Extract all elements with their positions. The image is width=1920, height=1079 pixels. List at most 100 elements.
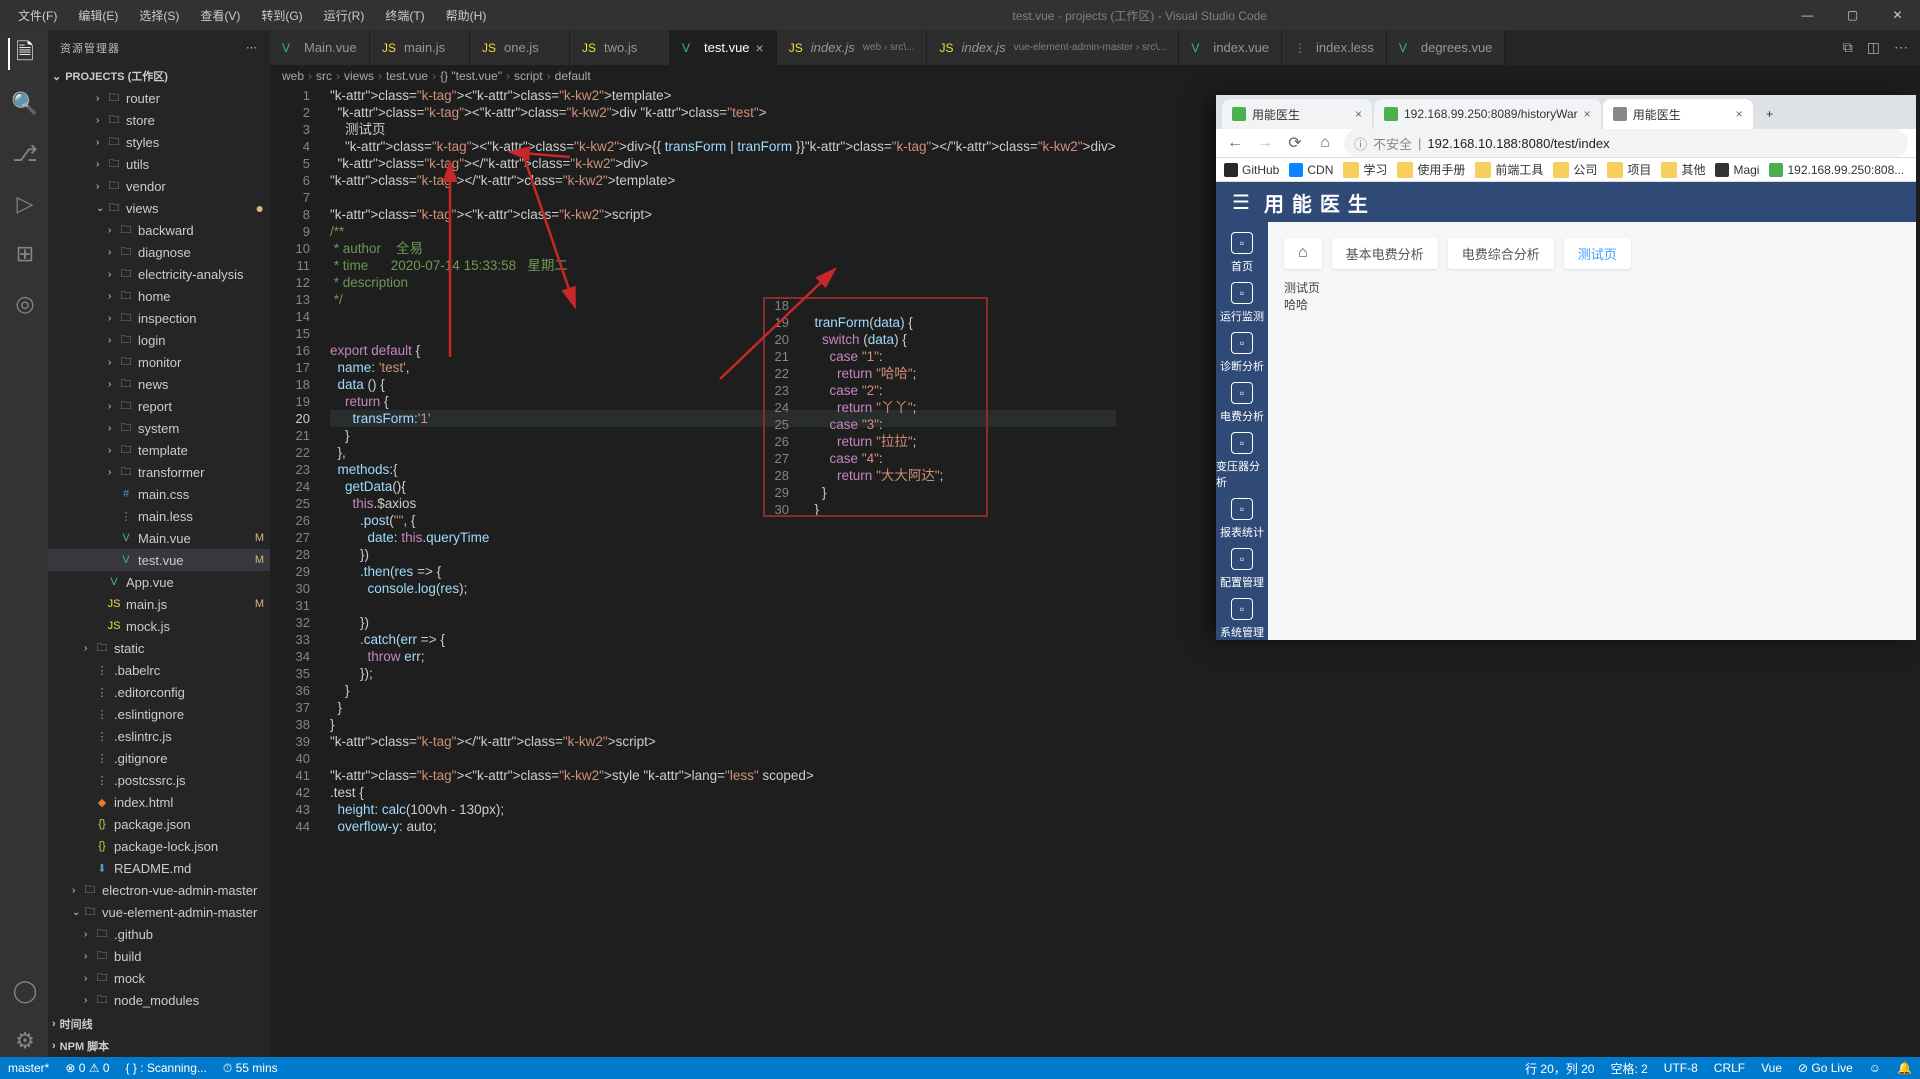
menu-terminal[interactable]: 终端(T) (377, 3, 432, 28)
tree-item-electron-vue-admin-master[interactable]: ›🗀electron-vue-admin-master (48, 879, 270, 901)
minimize-button[interactable]: — (1785, 0, 1830, 30)
tree-item-home[interactable]: ›🗀home (48, 285, 270, 307)
split-icon[interactable]: ◫ (1867, 39, 1880, 56)
tree-item-App.vue[interactable]: VApp.vue (48, 571, 270, 593)
tree-item-router[interactable]: ›🗀router (48, 87, 270, 109)
tree-item-monitor[interactable]: ›🗀monitor (48, 351, 270, 373)
side-item-5[interactable]: ▫报表统计 (1220, 498, 1264, 540)
bookmark-192.168.99.250:808...[interactable]: 192.168.99.250:808... (1769, 163, 1904, 177)
account-icon[interactable]: ◯ (8, 975, 40, 1007)
editor-tab-index.js[interactable]: JSindex.jsvue-element-admin-master › src… (927, 30, 1179, 65)
new-tab-button[interactable]: + (1755, 99, 1785, 129)
side-item-7[interactable]: ▫系统管理 (1220, 598, 1264, 640)
status-scanning[interactable]: { } : Scanning... (118, 1061, 215, 1075)
tree-item-utils[interactable]: ›🗀utils (48, 153, 270, 175)
editor-tab-index.js[interactable]: JSindex.jsweb › src\... (777, 30, 928, 65)
tree-item-template[interactable]: ›🗀template (48, 439, 270, 461)
tree-item-main.js[interactable]: JSmain.jsM (48, 593, 270, 615)
menu-selection[interactable]: 选择(S) (131, 3, 187, 28)
tree-item-diagnose[interactable]: ›🗀diagnose (48, 241, 270, 263)
more-actions-icon[interactable]: ⋯ (1894, 39, 1908, 56)
edge-icon[interactable]: ◎ (8, 288, 40, 320)
file-tree[interactable]: ›🗀router›🗀store›🗀styles›🗀utils›🗀vendor⌄🗀… (48, 87, 270, 1013)
app-tab-3[interactable]: 测试页 (1564, 238, 1631, 269)
editor-tab-one.js[interactable]: JSone.js (470, 30, 570, 65)
tree-item-system[interactable]: ›🗀system (48, 417, 270, 439)
extensions-icon[interactable]: ⊞ (8, 238, 40, 270)
tree-item-.eslintignore[interactable]: ⋮.eslintignore (48, 703, 270, 725)
tree-item-transformer[interactable]: ›🗀transformer (48, 461, 270, 483)
status-indent[interactable]: 空格: 2 (1602, 1060, 1655, 1077)
bookmark-Magi[interactable]: Magi (1715, 163, 1759, 177)
tree-item-.babelrc[interactable]: ⋮.babelrc (48, 659, 270, 681)
tree-item-electricity-analysis[interactable]: ›🗀electricity-analysis (48, 263, 270, 285)
menu-run[interactable]: 运行(R) (316, 3, 373, 28)
bookmark-项目[interactable]: 项目 (1607, 161, 1651, 178)
menu-goto[interactable]: 转到(G) (253, 3, 310, 28)
tree-item-README.md[interactable]: ⬇README.md (48, 857, 270, 879)
tree-item-main.css[interactable]: #main.css (48, 483, 270, 505)
tree-item-inspection[interactable]: ›🗀inspection (48, 307, 270, 329)
tree-item-.gitignore[interactable]: ⋮.gitignore (48, 747, 270, 769)
editor-tab-index.vue[interactable]: Vindex.vue (1179, 30, 1282, 65)
side-item-3[interactable]: ▫电费分析 (1220, 382, 1264, 424)
tree-item-views[interactable]: ⌄🗀views● (48, 197, 270, 219)
tree-item-store[interactable]: ›🗀store (48, 109, 270, 131)
tree-item-backward[interactable]: ›🗀backward (48, 219, 270, 241)
bookmark-使用手册[interactable]: 使用手册 (1397, 161, 1465, 178)
url-bar[interactable]: ⓘ 不安全 | 192.168.10.188:8080/test/index (1344, 129, 1908, 157)
editor-tab-degrees.vue[interactable]: Vdegrees.vue (1387, 30, 1506, 65)
source-control-icon[interactable]: ⎇ (8, 138, 40, 170)
status-language[interactable]: Vue (1753, 1061, 1790, 1075)
browser-tab[interactable]: 192.168.99.250:8089/historyWar× (1374, 99, 1601, 129)
status-bell[interactable]: 🔔 (1889, 1061, 1920, 1075)
bookmark-公司[interactable]: 公司 (1553, 161, 1597, 178)
side-item-1[interactable]: ▫运行监测 (1220, 282, 1264, 324)
tree-item-.eslintrc.js[interactable]: ⋮.eslintrc.js (48, 725, 270, 747)
side-item-4[interactable]: ▫变压器分析 (1216, 432, 1268, 490)
editor-tab-index.less[interactable]: ⋮index.less (1282, 30, 1387, 65)
editor-tab-two.js[interactable]: JStwo.js (570, 30, 670, 65)
close-button[interactable]: ✕ (1875, 0, 1920, 30)
compare-icon[interactable]: ⧉ (1843, 39, 1853, 56)
tree-item-vue-element-admin-master[interactable]: ⌄🗀vue-element-admin-master (48, 901, 270, 923)
status-feedback[interactable]: ☺ (1861, 1061, 1889, 1075)
menu-edit[interactable]: 编辑(E) (70, 3, 126, 28)
explorer-icon[interactable]: 🗎 (8, 38, 40, 70)
settings-icon[interactable]: ⚙ (8, 1025, 40, 1057)
tree-item-static[interactable]: ›🗀static (48, 637, 270, 659)
bookmark-GitHub[interactable]: GitHub (1224, 163, 1279, 177)
side-item-0[interactable]: ▫首页 (1231, 232, 1253, 274)
bookmark-CDN[interactable]: CDN (1289, 163, 1333, 177)
status-problems[interactable]: ⊗ 0 ⚠ 0 (57, 1061, 117, 1075)
tree-item-node_modules[interactable]: ›🗀node_modules (48, 989, 270, 1011)
bookmark-前端工具[interactable]: 前端工具 (1475, 161, 1543, 178)
status-time[interactable]: ⏱ 55 mins (215, 1061, 286, 1076)
bookmark-其他[interactable]: 其他 (1661, 161, 1705, 178)
tree-item-Main.vue[interactable]: VMain.vueM (48, 527, 270, 549)
tree-item-index.html[interactable]: ◆index.html (48, 791, 270, 813)
npm-section[interactable]: ›NPM 脚本 (48, 1035, 270, 1057)
tree-item-package-lock.json[interactable]: {}package-lock.json (48, 835, 270, 857)
menu-file[interactable]: 文件(F) (10, 3, 65, 28)
menu-help[interactable]: 帮助(H) (438, 3, 495, 28)
tree-item-login[interactable]: ›🗀login (48, 329, 270, 351)
tree-item-main.less[interactable]: ⋮main.less (48, 505, 270, 527)
editor-tab-Main.vue[interactable]: VMain.vue (270, 30, 370, 65)
status-encoding[interactable]: UTF-8 (1656, 1061, 1706, 1075)
maximize-button[interactable]: ▢ (1830, 0, 1875, 30)
editor-tab-main.js[interactable]: JSmain.js (370, 30, 470, 65)
status-golive[interactable]: ⊘ Go Live (1790, 1061, 1861, 1075)
side-item-6[interactable]: ▫配置管理 (1220, 548, 1264, 590)
tree-item-styles[interactable]: ›🗀styles (48, 131, 270, 153)
more-icon[interactable]: ⋯ (246, 41, 258, 54)
tree-item-report[interactable]: ›🗀report (48, 395, 270, 417)
tree-item-vendor[interactable]: ›🗀vendor (48, 175, 270, 197)
app-tab-1[interactable]: 基本电费分析 (1332, 238, 1438, 269)
tree-item-test.vue[interactable]: Vtest.vueM (48, 549, 270, 571)
side-item-2[interactable]: ▫诊断分析 (1220, 332, 1264, 374)
tree-item-mock[interactable]: ›🗀mock (48, 967, 270, 989)
menu-toggle-icon[interactable]: ☰ (1232, 190, 1250, 215)
status-cursor[interactable]: 行 20，列 20 (1517, 1060, 1602, 1077)
tree-item-package.json[interactable]: {}package.json (48, 813, 270, 835)
